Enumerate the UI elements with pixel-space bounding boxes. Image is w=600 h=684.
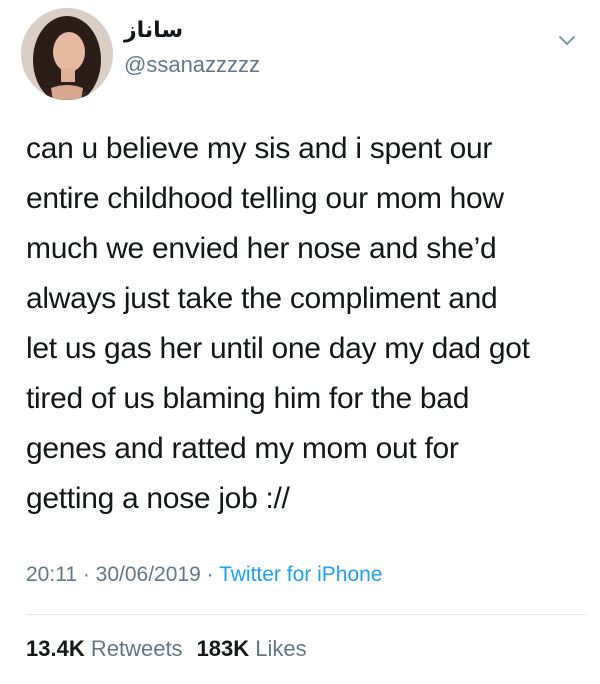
tweet-text-line: can u believe my sis and i spent our [26,132,493,165]
likes-stat[interactable]: 183K Likes [197,636,307,661]
tweet-text-line: always just take the compliment and [26,282,498,315]
likes-count: 183K [196,636,250,661]
chevron-down-icon[interactable] [555,28,579,52]
meta-separator: · [200,563,220,586]
tweet-text-line: let us gas her until one day my dad got [26,332,530,365]
display-name[interactable]: ساناز [124,18,183,43]
retweets-label: Retweets [90,636,183,661]
tweet-card: ساناز @ssanazzzzz can u believe my sis a… [0,0,600,684]
tweet-metadata: 20:11 · 30/06/2019 · Twitter for iPhone [26,563,382,587]
engagement-stats: 13.4K Retweets 183K Likes [26,636,321,662]
divider [26,614,586,615]
source-link[interactable]: Twitter for iPhone [219,563,382,586]
tweet-text-line: genes and ratted my mom out for [26,432,459,465]
likes-label: Likes [255,636,307,661]
tweet-date[interactable]: 30/06/2019 [96,563,201,586]
avatar[interactable] [21,8,113,100]
retweets-stat[interactable]: 13.4K Retweets [26,636,183,661]
tweet-time[interactable]: 20:11 [26,563,77,586]
tweet-text: can u believe my sis and i spent our ent… [26,124,586,524]
tweet-text-line: entire childhood telling our mom how [26,182,504,215]
username-handle[interactable]: @ssanazzzzz [124,52,260,78]
tweet-text-line: getting a nose job :// [26,482,290,515]
profile-photo-icon [21,8,113,100]
retweets-count: 13.4K [26,636,85,661]
meta-separator: · [77,563,96,586]
tweet-text-line: tired of us blaming him for the bad [26,382,470,415]
tweet-text-line: much we envied her nose and she’d [26,232,497,265]
